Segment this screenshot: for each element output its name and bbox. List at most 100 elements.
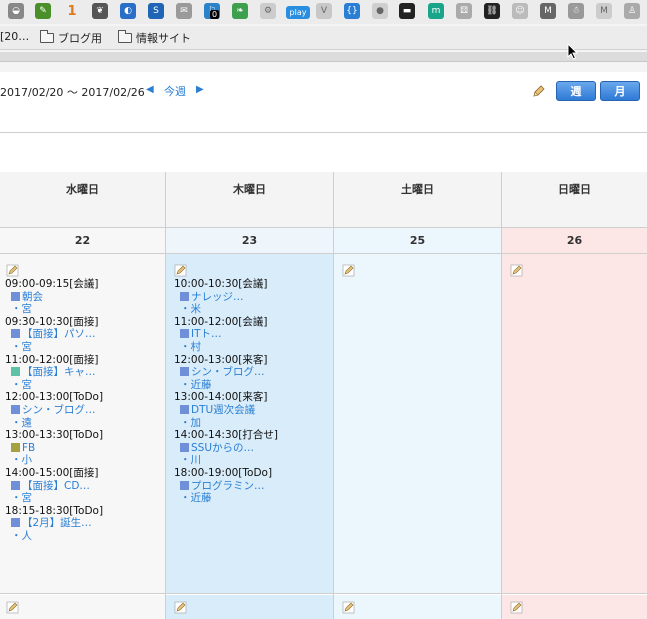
event-title-link[interactable]: DTU週次会議 [174, 404, 278, 417]
this-week-link[interactable]: 今週 [164, 83, 186, 99]
person-icon[interactable]: ♙ [624, 3, 640, 19]
mail-icon[interactable]: ✉ [176, 3, 192, 19]
calendar-event[interactable]: 09:30-10:30[面接] 【面接】パソ… ・宮 [5, 316, 103, 354]
notification-badge-icon[interactable]: ⚐0 [204, 3, 220, 19]
m-light-icon[interactable]: M [596, 3, 612, 19]
calendar-event[interactable]: 11:00-12:00[会議] ITト… ・村 [174, 316, 278, 354]
event-participant-link[interactable]: ・米 [174, 303, 278, 316]
m-gray-icon[interactable]: M [540, 3, 556, 19]
calendar-event[interactable]: 10:00-10:30[会議] ナレッジ… ・米 [174, 278, 278, 316]
next-week-arrow-icon[interactable]: ▶ [196, 84, 204, 95]
event-participant-link[interactable]: ・宮 [5, 492, 103, 505]
gear-icon[interactable]: ⚙ [260, 3, 276, 19]
calendar-event[interactable]: 18:15-18:30[ToDo] 【2月】誕生… ・人 [5, 505, 103, 543]
event-participant-link[interactable]: ・宮 [5, 303, 103, 316]
event-participant-link[interactable]: ・川 [174, 454, 278, 467]
dice-icon[interactable]: ⚄ [456, 3, 472, 19]
event-title-link[interactable]: 【面接】キャ… [5, 366, 103, 379]
event-title-link[interactable]: FB [5, 442, 103, 455]
add-event-pencil-icon[interactable] [510, 601, 523, 614]
terminal-icon[interactable]: ▬ [399, 3, 415, 19]
event-title-link[interactable]: プログラミン… [174, 480, 278, 493]
pencil-icon[interactable] [532, 84, 546, 98]
event-title-text: FB [22, 441, 36, 454]
event-title-link[interactable]: 【面接】パソ… [5, 328, 103, 341]
leaf-icon[interactable]: ❧ [232, 3, 248, 19]
add-event-pencil-icon[interactable] [174, 601, 187, 614]
event-participant-link[interactable]: ・宮 [5, 341, 103, 354]
event-participant-link[interactable]: ・村 [174, 341, 278, 354]
m-teal-icon[interactable]: m [428, 3, 444, 19]
day-body[interactable]: 09:00-09:15[会議] 朝会 ・宮 09:30-10:30[面接] 【面接】パソ… [0, 254, 165, 594]
evernote-icon[interactable]: ❦ [92, 3, 108, 19]
add-event-pencil-icon[interactable] [174, 264, 187, 277]
calendar-event[interactable]: 14:00-14:30[打合せ] SSUからの… ・川 [174, 429, 278, 467]
add-event-pencil-icon[interactable] [6, 264, 19, 277]
event-title-link[interactable]: 朝会 [5, 291, 103, 304]
calendar-event[interactable]: 12:00-13:00[ToDo] シン・ブログ… ・遠 [5, 391, 103, 429]
day-body[interactable]: 10:00-10:30[会議] ナレッジ… ・米 11:00-12:00[会議] ITト… [166, 254, 333, 594]
event-participant-link[interactable]: ・加 [174, 417, 278, 430]
toolbar-separator [0, 52, 647, 62]
day-body[interactable] [502, 254, 647, 594]
pocket-icon[interactable]: ◒ [8, 3, 24, 19]
calendar-event[interactable]: 13:00-14:00[来客] DTU週次会議 ・加 [174, 391, 278, 429]
day-name: 土曜日 [334, 172, 501, 228]
bookmark-item-truncated[interactable]: [20… [0, 30, 29, 43]
s-icon[interactable]: S [148, 3, 164, 19]
add-event-pencil-icon[interactable] [342, 264, 355, 277]
play-icon[interactable]: play [286, 6, 310, 19]
event-title-text: 朝会 [22, 290, 43, 303]
globe-icon[interactable]: ◐ [120, 3, 136, 19]
event-category-color-icon [11, 291, 20, 301]
week-view-button[interactable]: 週 [556, 81, 596, 101]
event-title-link[interactable]: ナレッジ… [174, 291, 278, 304]
calendar-event[interactable]: 14:00-15:00[面接] 【面接】CD… ・宮 [5, 467, 103, 505]
v-icon[interactable]: V [316, 3, 332, 19]
event-participant-link[interactable]: ・宮 [5, 379, 103, 392]
next-row [0, 595, 165, 619]
face-icon[interactable]: ☺ [512, 3, 528, 19]
link-icon[interactable]: ⛓ [484, 3, 500, 19]
event-participant-link[interactable]: ・小 [5, 454, 103, 467]
event-participant-link[interactable]: ・遠 [5, 417, 103, 430]
bookmark-folder-blog[interactable]: ブログ用 [40, 30, 102, 46]
bookmark-folder-info[interactable]: 情報サイト [118, 30, 191, 46]
day-number[interactable]: 25 [334, 228, 501, 254]
prev-week-arrow-icon[interactable]: ◀ [146, 84, 154, 95]
add-event-pencil-icon[interactable] [6, 601, 19, 614]
calendar-event[interactable]: 13:00-13:30[ToDo] FB ・小 [5, 429, 103, 467]
event-title-link[interactable]: 【面接】CD… [5, 480, 103, 493]
day-number[interactable]: 26 [502, 228, 647, 254]
event-category-color-icon [180, 329, 189, 339]
calendar-event[interactable]: 09:00-09:15[会議] 朝会 ・宮 [5, 278, 103, 316]
folder-icon [40, 30, 54, 43]
week-view-label: 週 [570, 85, 582, 98]
event-participant-link[interactable]: ・近藤 [174, 492, 278, 505]
add-event-pencil-icon[interactable] [342, 601, 355, 614]
day-number[interactable]: 23 [166, 228, 333, 254]
month-view-button[interactable]: 月 [600, 81, 640, 101]
ghost-icon[interactable]: ☃ [568, 3, 584, 19]
event-participant-link[interactable]: ・人 [5, 530, 103, 543]
number-one-icon[interactable]: 1 [64, 3, 80, 19]
bookmark-label: 情報サイト [136, 32, 191, 45]
event-title-link[interactable]: シン・ブログ… [174, 366, 278, 379]
event-title-link[interactable]: SSUからの… [174, 442, 278, 455]
event-time: 11:00-12:00[面接] [5, 353, 99, 366]
day-number[interactable]: 22 [0, 228, 165, 254]
event-participant-link[interactable]: ・近藤 [174, 379, 278, 392]
event-title-link[interactable]: ITト… [174, 328, 278, 341]
day-body[interactable] [334, 254, 501, 594]
add-event-pencil-icon[interactable] [510, 264, 523, 277]
event-time: 13:00-14:00[来客] [174, 391, 268, 404]
calendar-event[interactable]: 18:00-19:00[ToDo] プログラミン… ・近藤 [174, 467, 278, 505]
code-icon[interactable]: {} [344, 3, 360, 19]
calendar-event[interactable]: 11:00-12:00[面接] 【面接】キャ… ・宮 [5, 354, 103, 392]
event-title-link[interactable]: 【2月】誕生… [5, 517, 103, 530]
evernote-clipper-icon[interactable]: ✎ [35, 3, 51, 19]
circle-icon[interactable]: ● [372, 3, 388, 19]
calendar-event[interactable]: 12:00-13:00[来客] シン・ブログ… ・近藤 [174, 354, 278, 392]
bookmarks-bar: [20… ブログ用 情報サイト [0, 26, 647, 50]
event-title-link[interactable]: シン・ブログ… [5, 404, 103, 417]
